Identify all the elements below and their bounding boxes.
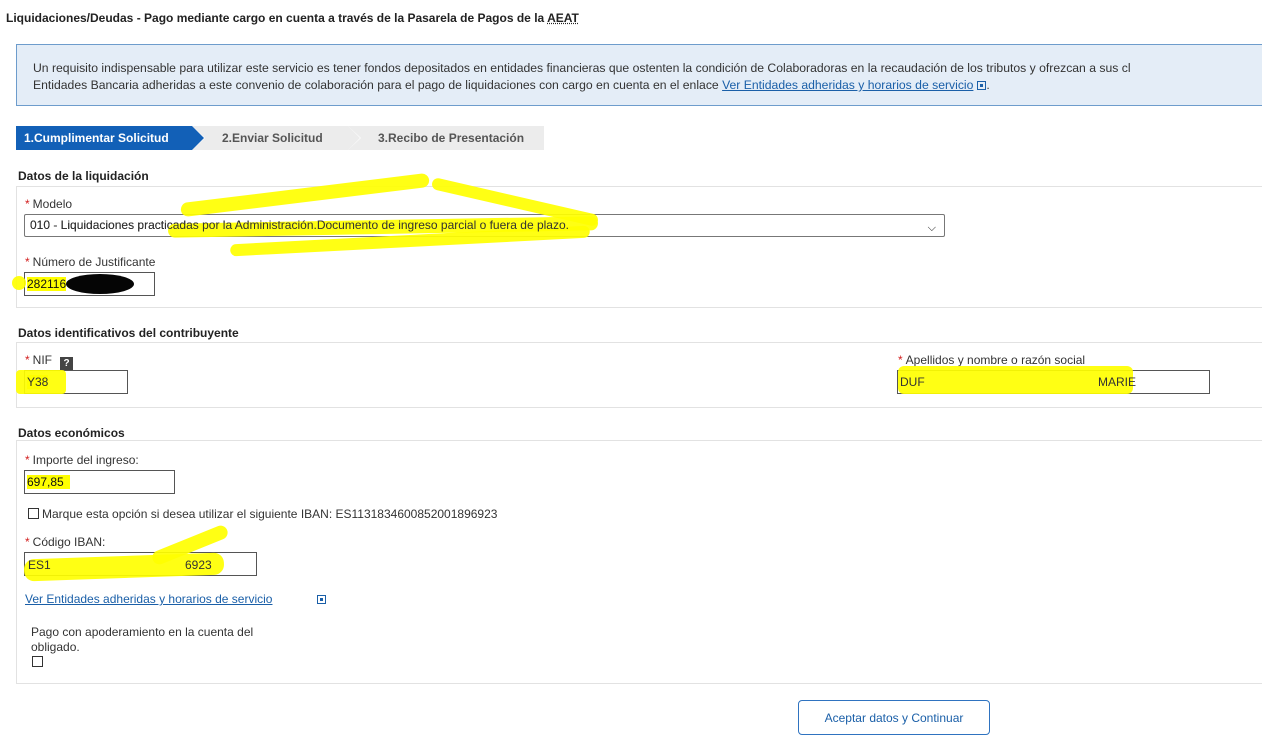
page-title: Liquidaciones/Deudas - Pago mediante car… [6,11,579,25]
importe-input[interactable]: 697,85 [24,470,175,494]
page-title-text: Liquidaciones/Deudas - Pago mediante car… [6,11,548,25]
info-text-tail: . [986,78,990,92]
wizard-steps: 1.Cumplimentar Solicitud 2.Enviar Solici… [16,126,544,150]
step-recibo[interactable]: 3.Recibo de Presentación [348,126,544,150]
info-box: Un requisito indispensable para utilizar… [16,44,1262,106]
modelo-select-overlay: 010 - Liquidaciones practicadas por la A… [30,218,569,232]
importe-value: 697,85 [27,475,70,489]
nombre-label-text: Apellidos y nombre o razón social [905,353,1086,367]
use-iban-label: Marque esta opción si desea utilizar el … [42,507,498,521]
iban-label: * Código IBAN: [25,535,105,549]
external-link-icon [317,595,326,604]
justificante-label: * Número de Justificante [25,255,155,269]
nif-label: * NIF? [25,353,74,370]
use-iban-checkbox[interactable] [28,508,39,519]
iban-value-end: 6923 [185,558,212,572]
justificante-label-text: Número de Justificante [32,255,156,269]
apoderamiento-line1: Pago con apoderamiento en la cuenta del [31,625,254,639]
page-title-abbr: AEAT [547,11,579,25]
iban-label-text: Código IBAN: [32,535,106,549]
justificante-value: 282116 [27,277,67,291]
nombre-label: * Apellidos y nombre o razón social [898,353,1085,367]
required-mark: * [25,353,30,367]
info-text-line2: Entidades Bancaria adheridas a este conv… [33,77,1262,94]
redaction-blot [66,274,134,294]
importe-label: * Importe del ingreso: [25,453,139,467]
apoderamiento-line2: obligado. [31,640,80,654]
step-cumplimentar[interactable]: 1.Cumplimentar Solicitud [16,126,204,150]
info-text-line1: Un requisito indispensable para utilizar… [33,61,1131,75]
modelo-label-text: Modelo [32,197,73,211]
help-icon[interactable]: ? [60,357,74,370]
required-mark: * [898,353,903,367]
chevron-down-icon: ⌵ [927,222,936,234]
info-text-line2-body: Entidades Bancaria adheridas a este conv… [33,78,723,92]
required-mark: * [25,453,30,467]
nombre-value-start: DUF [900,375,925,389]
continue-button[interactable]: Aceptar datos y Continuar [798,700,990,735]
modelo-label: * Modelo [25,197,72,211]
iban-value-start: ES1 [28,558,51,572]
entidades-link[interactable]: Ver Entidades adheridas y horarios de se… [25,592,272,606]
section-liquidacion-title: Datos de la liquidación [18,169,149,183]
external-link-icon [977,81,987,90]
apoderamiento-checkbox[interactable] [32,656,43,667]
nif-value-overlay-text: Y38 [27,375,49,389]
section-economicos-title: Datos económicos [18,426,125,440]
section-contribuyente-title: Datos identificativos del contribuyente [18,326,239,340]
info-entidades-link[interactable]: Ver Entidades adheridas y horarios de se… [722,78,973,92]
nif-value-overlay: Y38 [27,375,48,389]
nombre-value-end: MARIE [1098,375,1137,389]
nif-label-text: NIF [32,353,53,367]
modelo-select-overlay-text: 010 - Liquidaciones practicadas por la A… [30,218,569,232]
step-enviar[interactable]: 2.Enviar Solicitud [192,126,360,150]
required-mark: * [25,197,30,211]
highlight-stroke [12,276,26,290]
required-mark: * [25,255,30,269]
importe-label-text: Importe del ingreso: [32,453,139,467]
required-mark: * [25,535,30,549]
